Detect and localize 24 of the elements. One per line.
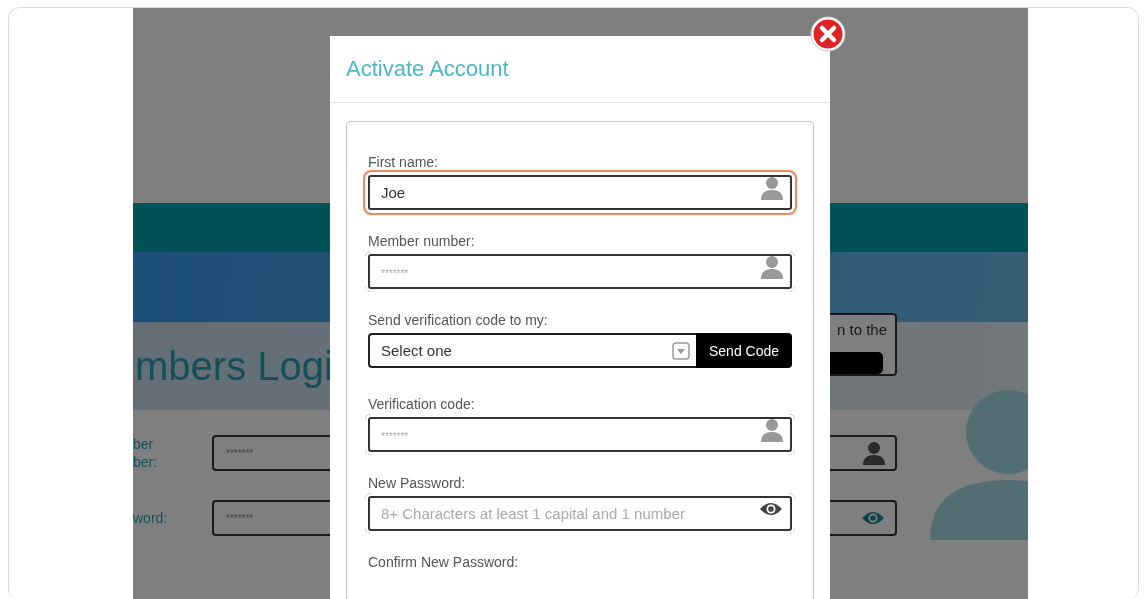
field-label: New Password: [368,476,467,491]
field-label: Send verification code to my: [368,313,549,328]
input-field[interactable]: Joe [363,170,797,215]
eye-icon[interactable] [759,500,783,517]
field-label: First name: [368,155,439,170]
person-icon [761,417,783,442]
caret-icon [672,341,690,360]
close-icon[interactable] [810,16,846,52]
person-icon [863,441,885,465]
field-label: Confirm New Password: [368,555,520,570]
field-label: ber ber: [133,435,159,471]
field-label: word: [133,509,169,527]
page-heading: mbers Logi [135,343,333,389]
send-code-button[interactable]: Send Code [696,333,792,368]
field-label: Verification code: [368,397,476,412]
person-icon [761,254,783,279]
select-dropdown[interactable]: Select one [368,333,696,368]
person-icon [761,175,783,200]
modal-title: Activate Account [346,56,510,82]
password-field[interactable]: 8+ Characters at least 1 capital and 1 number [363,491,797,536]
input-field[interactable]: ******* [363,249,797,294]
input-field[interactable]: ******* [363,412,797,457]
field-label: Member number: [368,234,476,249]
notice-text: n to the [836,321,887,338]
